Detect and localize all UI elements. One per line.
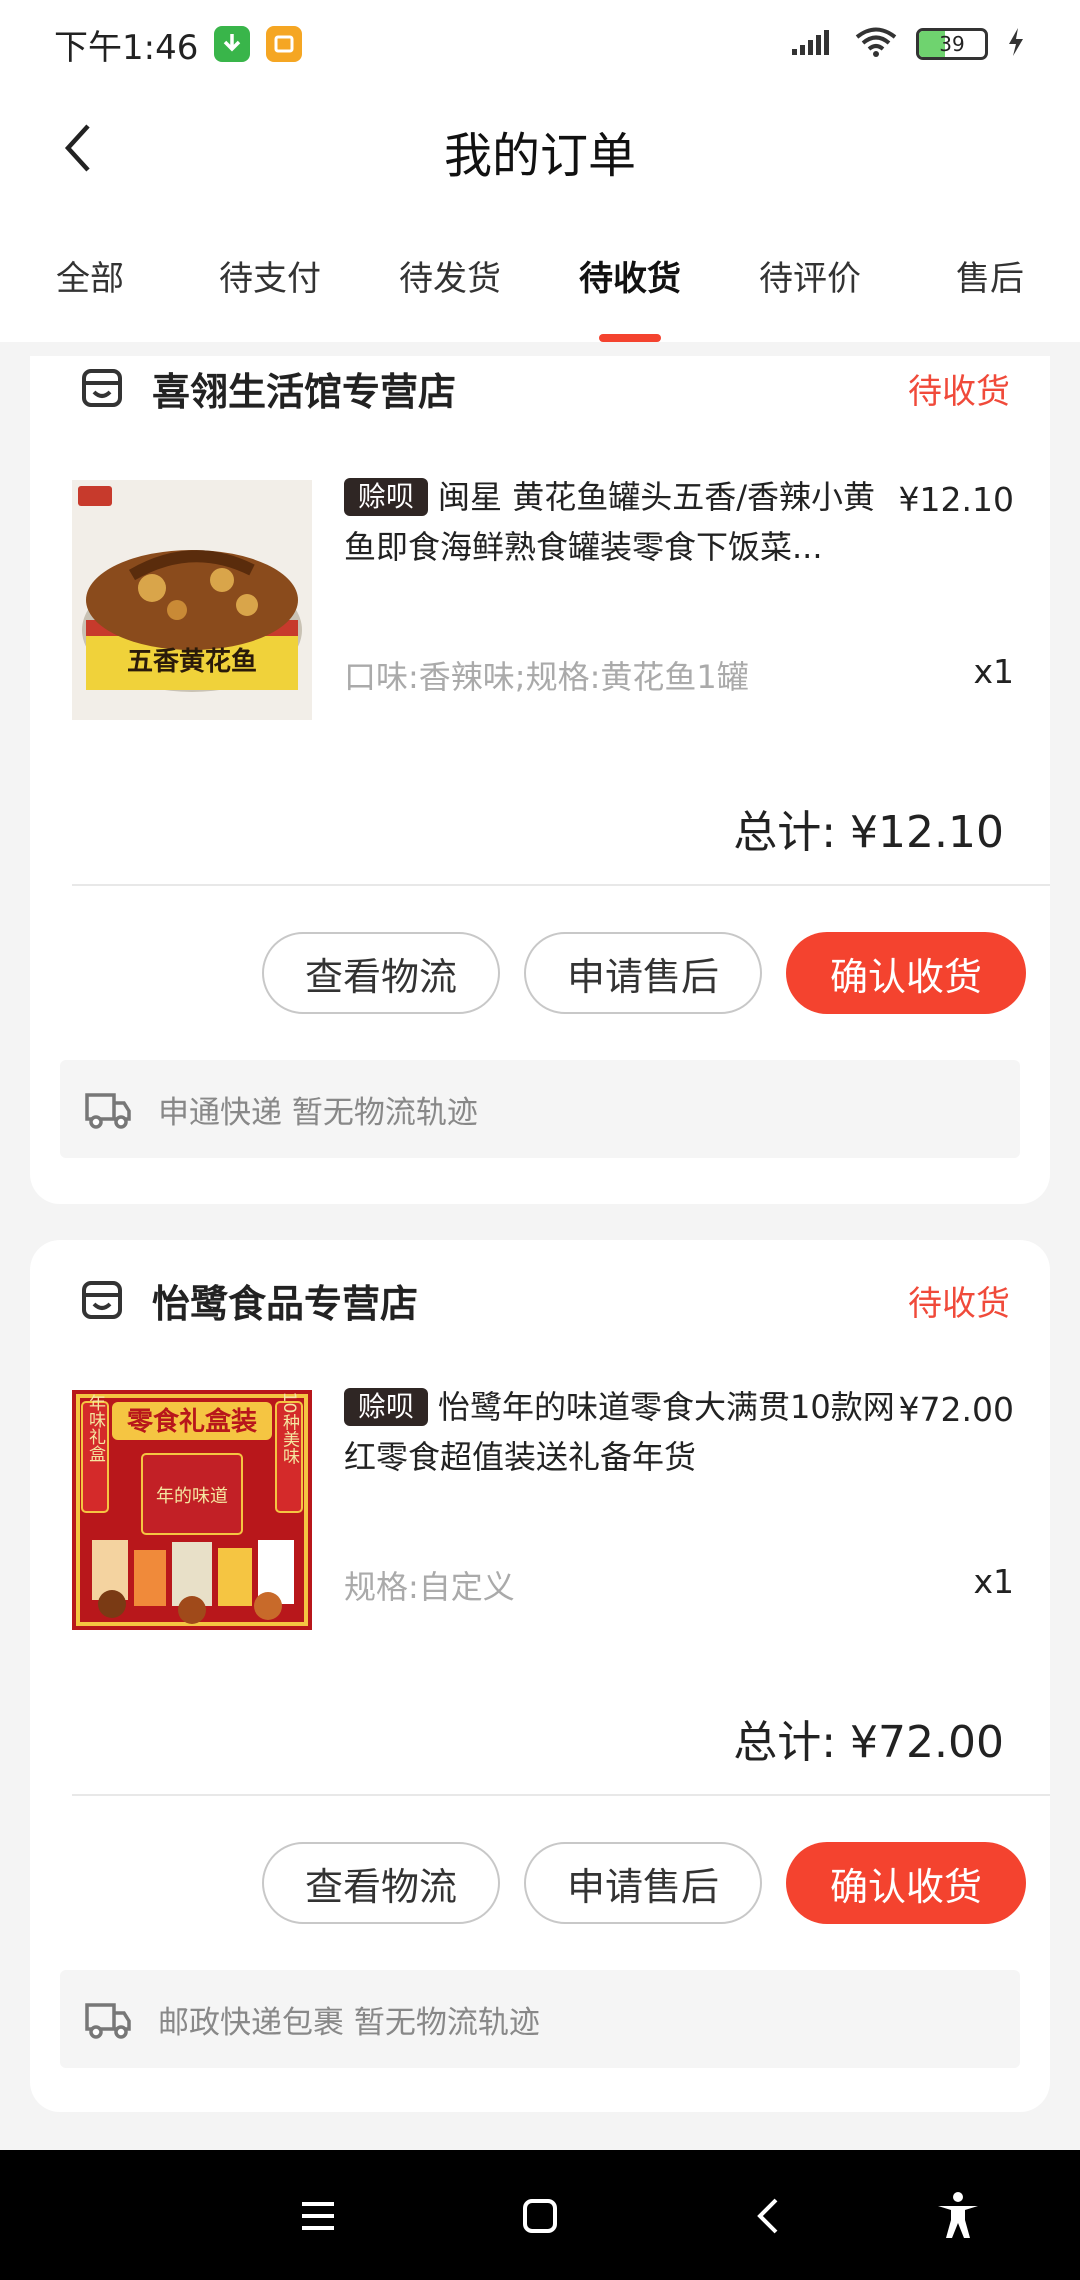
store-name: 喜翎生活馆专营店 — [152, 369, 457, 414]
tab-all[interactable]: 全部 — [0, 208, 180, 342]
order-total: 总计: ¥12.10 — [733, 807, 1004, 858]
status-bar: 下午1:46 39 — [0, 0, 1080, 88]
download-app-icon — [214, 26, 251, 62]
confirm-receipt-button[interactable]: 确认收货 — [786, 932, 1026, 1014]
view-logistics-button[interactable]: 查看物流 — [262, 932, 500, 1014]
product-title[interactable]: 赊呗 闽星 黄花鱼罐头五香/香辣小黄鱼即食海鲜熟食罐装零食下饭菜... — [344, 472, 904, 572]
accessibility-icon[interactable] — [930, 2188, 986, 2244]
product-price: ¥12.10 — [898, 480, 1014, 519]
store-row[interactable]: 喜翎生活馆专营店 待收货 — [80, 358, 1010, 418]
menu-icon[interactable] — [290, 2188, 346, 2244]
tab-pending-receipt[interactable]: 待收货 — [540, 208, 720, 342]
confirm-receipt-button[interactable]: 确认收货 — [786, 1842, 1026, 1924]
system-nav-bar — [0, 2150, 1080, 2280]
order-card: 怡鹭食品专营店 待收货 零食礼盒装 年味礼盒 10种美味 年的味道 赊呗 怡鹭年的… — [30, 1240, 1050, 2112]
order-total: 总计: ¥72.00 — [733, 1717, 1004, 1768]
status-time: 下午1:46 — [54, 27, 199, 68]
product-image-text: 零食礼盒装 — [127, 1406, 257, 1437]
tab-pending-review[interactable]: 待评价 — [720, 208, 900, 342]
product-image-box-text: 年的味道 — [156, 1486, 228, 1507]
product-quantity: x1 — [973, 1562, 1014, 1601]
page-title: 我的订单 — [443, 128, 636, 184]
product-quantity: x1 — [973, 652, 1014, 691]
store-row[interactable]: 怡鹭食品专营店 待收货 — [80, 1270, 1010, 1330]
battery-icon: 39 — [916, 28, 988, 60]
order-tabs: 全部 待支付 待发货 待收货 待评价 售后 — [0, 208, 1080, 342]
truck-icon — [84, 1997, 132, 2041]
order-status: 待收货 — [908, 1283, 1010, 1324]
divider — [72, 1794, 1050, 1796]
product-image[interactable]: 五香黄花鱼 — [72, 480, 312, 720]
signal-icon — [790, 27, 836, 61]
product-image-text: 五香黄花鱼 — [127, 647, 257, 677]
wifi-icon — [854, 26, 898, 62]
logistics-info[interactable]: 邮政快递包裹 暂无物流轨迹 — [60, 1970, 1020, 2068]
store-icon — [80, 1278, 124, 1322]
view-logistics-button[interactable]: 查看物流 — [262, 1842, 500, 1924]
payment-tag: 赊呗 — [344, 478, 429, 516]
divider — [72, 884, 1050, 886]
logistics-text: 邮政快递包裹 暂无物流轨迹 — [158, 2004, 540, 2041]
logistics-text: 申通快递 暂无物流轨迹 — [158, 1094, 478, 1131]
back-nav-icon[interactable] — [742, 2188, 798, 2244]
payment-tag: 赊呗 — [344, 1388, 429, 1426]
product-spec: 口味:香辣味;规格:黄花鱼1罐 — [344, 658, 749, 696]
battery-level: 39 — [939, 32, 965, 56]
store-icon — [80, 366, 124, 410]
tab-after-sale[interactable]: 售后 — [900, 208, 1080, 342]
home-icon[interactable] — [512, 2188, 568, 2244]
product-price: ¥72.00 — [898, 1390, 1014, 1429]
request-after-sale-button[interactable]: 申请售后 — [524, 932, 762, 1014]
product-title[interactable]: 赊呗 怡鹭年的味道零食大满贯10款网红零食超值装送礼备年货 — [344, 1382, 904, 1482]
tab-pending-shipment[interactable]: 待发货 — [360, 208, 540, 342]
reader-app-icon — [266, 26, 303, 62]
tab-pending-payment[interactable]: 待支付 — [180, 208, 360, 342]
product-spec: 规格:自定义 — [344, 1568, 515, 1606]
request-after-sale-button[interactable]: 申请售后 — [524, 1842, 762, 1924]
product-image-side-left: 年味礼盒 — [85, 1394, 106, 1462]
logistics-info[interactable]: 申通快递 暂无物流轨迹 — [60, 1060, 1020, 1158]
order-status: 待收货 — [908, 371, 1010, 412]
app-header: 我的订单 — [0, 88, 1080, 208]
truck-icon — [84, 1087, 132, 1131]
product-image[interactable]: 零食礼盒装 年味礼盒 10种美味 年的味道 — [72, 1390, 312, 1630]
charging-icon — [1006, 27, 1026, 61]
order-card: 喜翎生活馆专营店 待收货 五香黄花鱼 赊呗 闽星 黄花鱼罐头五香/香辣小黄鱼即食海… — [30, 356, 1050, 1204]
product-image-side-right: 10种美味 — [279, 1392, 300, 1465]
store-name: 怡鹭食品专营店 — [152, 1281, 419, 1326]
